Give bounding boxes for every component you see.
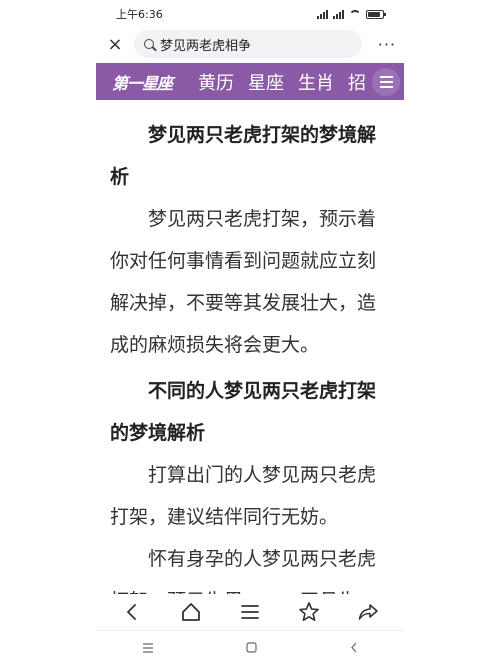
paragraph: 打算出门的人梦见两只老虎打架，建议结伴同行无妨。 [110, 464, 377, 528]
status-icons [317, 9, 386, 19]
phone-screen: 上午6:36 × 梦见两老虎相争 ··· 第一星座 黄历 星座 生肖 招 梦见两… [96, 0, 404, 666]
section-heading: 梦见两只老虎打架的梦境解析 [110, 124, 377, 188]
signal-icon [317, 9, 328, 19]
share-icon[interactable] [353, 597, 383, 627]
star-icon[interactable] [294, 597, 324, 627]
nav-item-shengxiao[interactable]: 生肖 [298, 69, 334, 95]
search-icon [144, 39, 154, 49]
nav-item-truncated[interactable]: 招 [348, 69, 366, 95]
nav-item-huangli[interactable]: 黄历 [198, 69, 234, 95]
status-time: 上午6:36 [116, 8, 163, 21]
home-icon[interactable] [176, 597, 206, 627]
system-home-icon[interactable] [246, 641, 258, 656]
site-logo[interactable]: 第一星座 [112, 70, 173, 94]
section-heading: 不同的人梦见两只老虎打架的梦境解析 [110, 380, 377, 444]
site-nav-bar: 第一星座 黄历 星座 生肖 招 [96, 63, 404, 100]
recents-icon[interactable] [142, 642, 154, 656]
search-query: 梦见两老虎相争 [160, 38, 252, 54]
status-bar: 上午6:36 [96, 0, 404, 28]
system-nav-bar [96, 630, 404, 666]
system-back-icon[interactable] [350, 642, 358, 656]
nav-items: 黄历 星座 生肖 招 [198, 69, 366, 95]
back-icon[interactable] [117, 597, 147, 627]
menu-icon[interactable] [372, 68, 400, 96]
browser-address-bar: × 梦见两老虎相争 ··· [96, 28, 404, 60]
more-options-icon[interactable]: ··· [378, 35, 396, 54]
wifi-icon [349, 9, 361, 19]
close-icon[interactable]: × [104, 33, 126, 55]
browser-toolbar [96, 594, 404, 630]
article-content: 梦见两只老虎打架的梦境解析 梦见两只老虎打架，预示着你对任何事情看到问题就应立刻… [96, 100, 404, 594]
menu-lines-icon[interactable] [235, 597, 265, 627]
battery-icon [366, 9, 386, 19]
paragraph: 怀有身孕的人梦见两只老虎打架，预示生男，二、四月生 [110, 548, 377, 594]
nav-item-xingzuo[interactable]: 星座 [248, 69, 284, 95]
paragraph: 梦见两只老虎打架，预示着你对任何事情看到问题就应立刻解决掉，不要等其发展壮大，造… [110, 208, 377, 356]
signal-icon-2 [333, 9, 344, 19]
search-input[interactable]: 梦见两老虎相争 [134, 30, 362, 58]
